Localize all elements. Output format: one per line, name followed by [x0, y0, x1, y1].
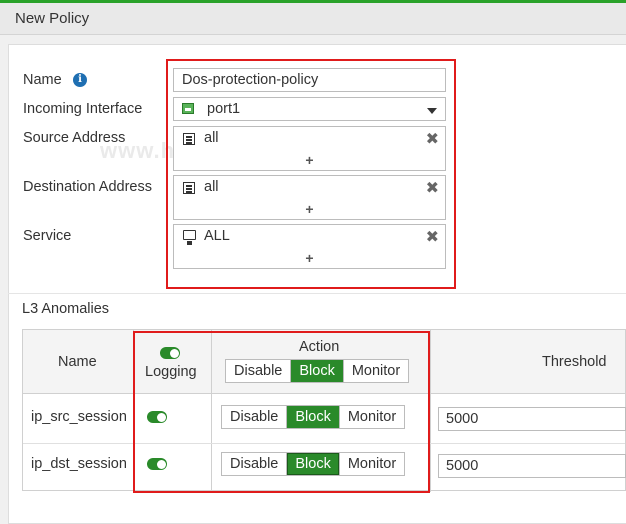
dialog-header: New Policy	[0, 3, 626, 35]
l3-anomalies-title: L3 Anomalies	[22, 301, 110, 317]
dialog-title: New Policy	[15, 10, 90, 27]
service-label: Service	[23, 228, 72, 244]
threshold-value: 5000	[446, 411, 479, 427]
highlight-box-form	[166, 59, 456, 289]
column-header-name: Name	[58, 354, 97, 370]
row-name: ip_src_session	[31, 409, 127, 425]
source-address-label: Source Address	[23, 130, 126, 146]
highlight-box-table	[133, 331, 430, 493]
threshold-value: 5000	[446, 458, 479, 474]
column-header-threshold: Threshold	[542, 354, 607, 370]
destination-address-label: Destination Address	[23, 179, 152, 195]
incoming-interface-label: Incoming Interface	[23, 101, 143, 117]
row-name: ip_dst_session	[31, 456, 127, 472]
section-divider	[8, 293, 626, 294]
name-label: Name	[23, 72, 62, 88]
info-icon[interactable]: i	[73, 73, 87, 87]
threshold-input[interactable]: 5000	[438, 454, 626, 478]
threshold-input[interactable]: 5000	[438, 407, 626, 431]
